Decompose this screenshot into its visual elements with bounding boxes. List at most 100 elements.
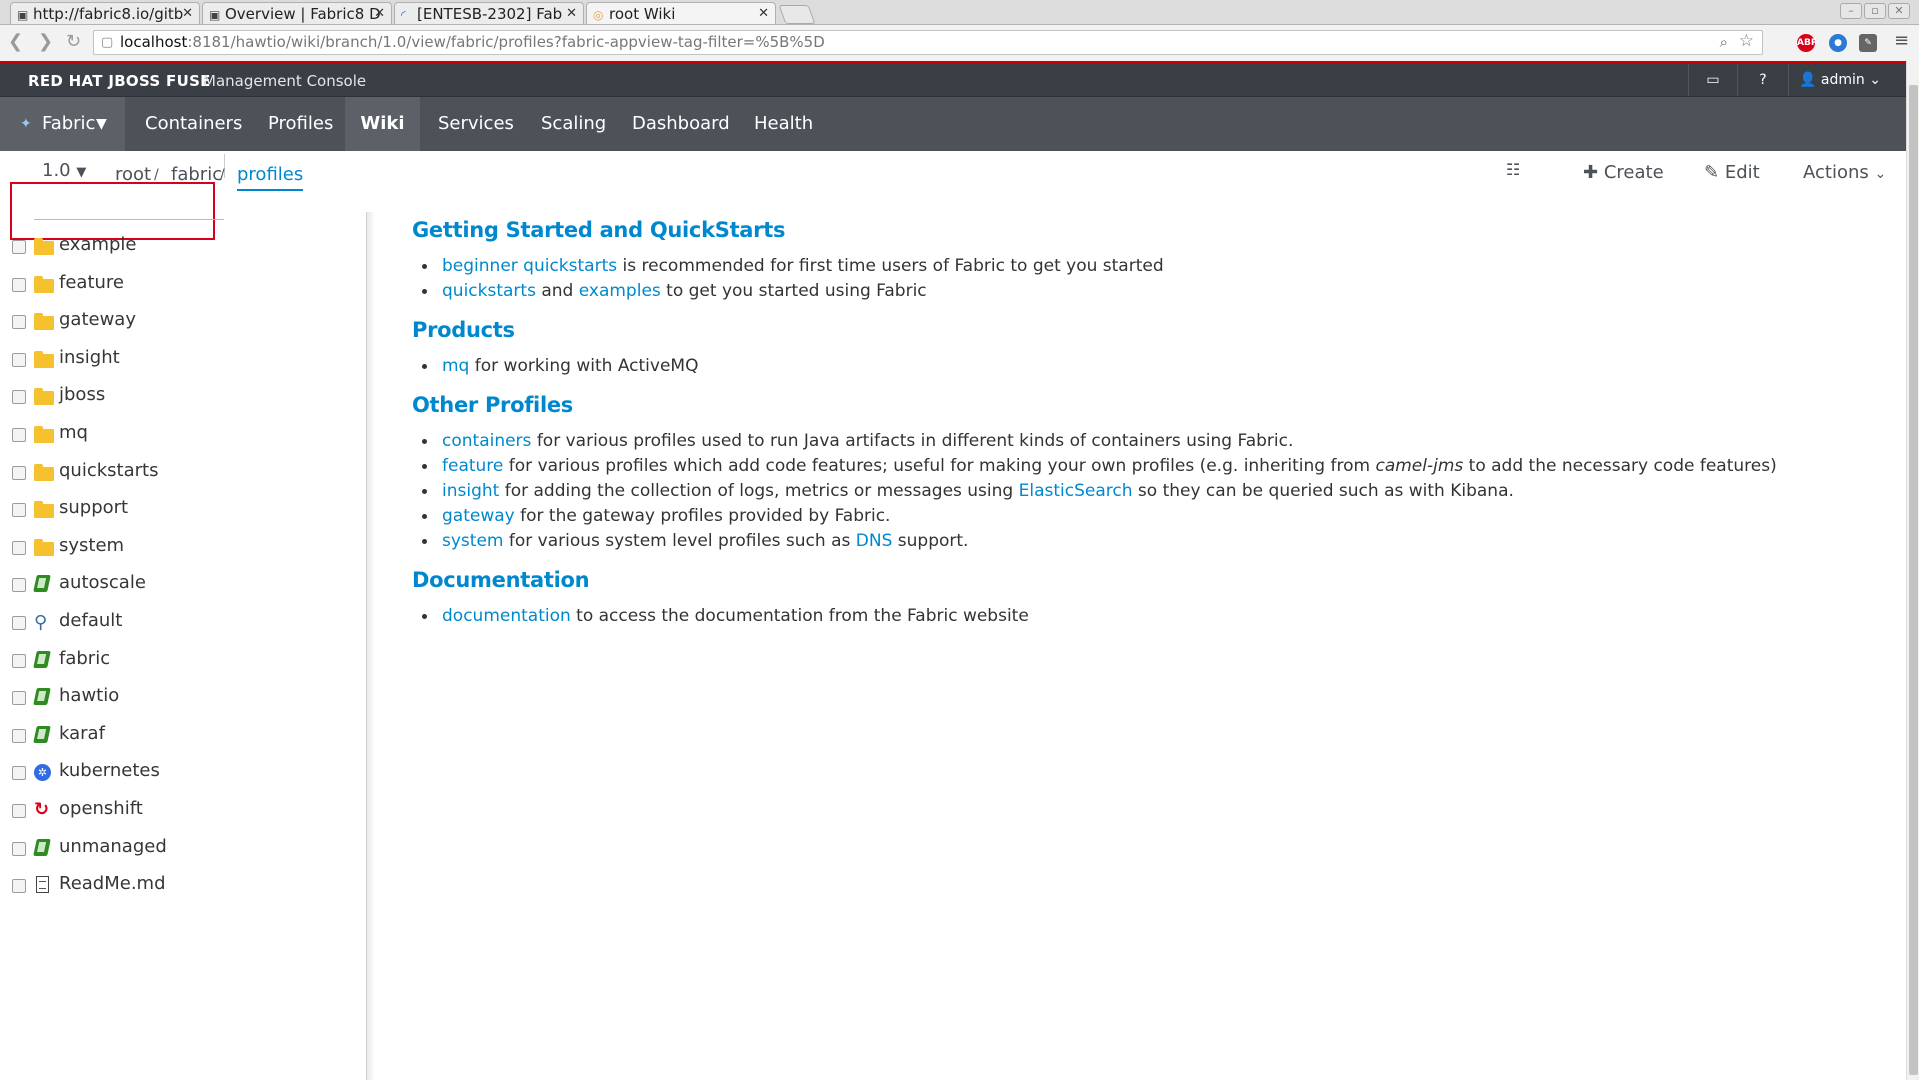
tree-item-checkbox[interactable] (12, 729, 26, 743)
zoom-icon[interactable]: ⌕ (1720, 31, 1728, 54)
new-tab-button[interactable] (778, 5, 816, 24)
bookmark-icon: ▣ (17, 8, 29, 22)
tree-item[interactable]: mq (12, 420, 352, 450)
tree-item[interactable]: ReadMe.md (12, 871, 352, 901)
tree-item-checkbox[interactable] (12, 315, 26, 329)
extension-icon[interactable]: ✎ (1859, 34, 1877, 52)
nav-scaling[interactable]: Scaling (541, 97, 606, 151)
link-documentation[interactable]: documentation (442, 606, 571, 626)
folder-icon (34, 313, 54, 330)
tree-item-label: unmanaged (59, 836, 167, 857)
link-system[interactable]: system (442, 531, 503, 551)
close-icon[interactable]: ✕ (374, 3, 385, 24)
maximize-button[interactable]: ▫ (1864, 3, 1886, 19)
edit-button[interactable]: ✎ Edit (1704, 162, 1760, 183)
tree-item[interactable]: feature (12, 270, 352, 300)
tree-item[interactable]: ⚲ default (12, 608, 352, 638)
reload-icon[interactable]: ↻ (66, 31, 81, 52)
user-menu[interactable]: 👤 admin ⌄ (1788, 64, 1891, 96)
close-icon[interactable]: ✕ (566, 3, 577, 24)
fabric-dropdown[interactable]: ✦ Fabric ▼ (0, 97, 125, 151)
wiki-toolbar: 1.0 ▼ root / fabric / profiles ☷ ✚ Creat… (0, 150, 1906, 191)
tree-item-checkbox[interactable] (12, 654, 26, 668)
address-bar[interactable]: ▢ localhost:8181/hawtio/wiki/branch/1.0/… (93, 30, 1763, 55)
link-insight[interactable]: insight (442, 481, 499, 501)
nav-dashboard[interactable]: Dashboard (632, 97, 730, 151)
forward-icon[interactable]: ❯ (38, 31, 53, 52)
list-item: mq for working with ActiveMQ (421, 354, 698, 379)
tree-item-checkbox[interactable] (12, 428, 26, 442)
extension-icon[interactable]: ● (1829, 34, 1847, 52)
chevron-down-icon: ⌄ (1869, 72, 1881, 88)
tree-item-checkbox[interactable] (12, 541, 26, 555)
tree-item[interactable]: karaf (12, 721, 352, 751)
close-icon[interactable]: ✕ (758, 3, 769, 24)
tree-item-checkbox[interactable] (12, 804, 26, 818)
browser-tab[interactable]: ◜ [ENTESB-2302] Fab ✕ (394, 2, 584, 24)
tree-item[interactable]: support (12, 495, 352, 525)
adblock-icon[interactable]: ABP (1797, 34, 1817, 52)
tree-item[interactable]: example (12, 232, 352, 262)
tree-item[interactable]: gateway (12, 307, 352, 337)
tree-item-checkbox[interactable] (12, 691, 26, 705)
tree-item-checkbox[interactable] (12, 240, 26, 254)
tree-item[interactable]: autoscale (12, 570, 352, 600)
link-containers[interactable]: containers (442, 431, 531, 451)
tree-item-checkbox[interactable] (12, 353, 26, 367)
nav-containers[interactable]: Containers (145, 97, 242, 151)
tree-item[interactable]: insight (12, 345, 352, 375)
tree-item[interactable]: system (12, 533, 352, 563)
tree-item-label: feature (59, 272, 124, 293)
close-window-button[interactable]: ✕ (1888, 3, 1910, 19)
kubernetes-icon: ✲ (34, 764, 51, 781)
browser-tab-active[interactable]: ◎ root Wiki ✕ (586, 2, 776, 24)
tree-item-checkbox[interactable] (12, 766, 26, 780)
close-icon[interactable]: ✕ (182, 3, 193, 24)
version-selector[interactable]: 1.0 ▼ (42, 160, 86, 181)
link-gateway[interactable]: gateway (442, 506, 515, 526)
user-icon: 👤 (1799, 72, 1817, 88)
minimize-button[interactable]: – (1840, 3, 1862, 19)
page-scrollbar[interactable] (1906, 61, 1919, 1080)
tree-item[interactable]: fabric (12, 646, 352, 676)
link-feature[interactable]: feature (442, 456, 503, 476)
back-icon[interactable]: ❮ (8, 31, 23, 52)
breadcrumb-profiles[interactable]: profiles (237, 164, 304, 191)
nav-profiles[interactable]: Profiles (268, 97, 333, 151)
link-dns[interactable]: DNS (856, 531, 893, 551)
folder-icon (34, 238, 54, 255)
create-button[interactable]: ✚ Create (1583, 162, 1664, 183)
tree-item[interactable]: jboss (12, 382, 352, 412)
tree-item-checkbox[interactable] (12, 466, 26, 480)
nav-wiki[interactable]: Wiki (345, 97, 420, 151)
link-elasticsearch[interactable]: ElasticSearch (1019, 481, 1133, 501)
scrollbar-thumb[interactable] (1909, 85, 1918, 1075)
monitor-icon[interactable]: ▭ (1688, 64, 1737, 96)
tree-item-checkbox[interactable] (12, 578, 26, 592)
nav-services[interactable]: Services (438, 97, 514, 151)
menu-icon[interactable]: ≡ (1894, 30, 1909, 51)
actions-dropdown[interactable]: Actions ⌄ (1803, 162, 1886, 183)
tree-item-checkbox[interactable] (12, 390, 26, 404)
tree-item[interactable]: unmanaged (12, 834, 352, 864)
link-mq[interactable]: mq (442, 356, 469, 376)
tree-item-checkbox[interactable] (12, 503, 26, 517)
tree-item-checkbox[interactable] (12, 879, 26, 893)
view-toggle-icon[interactable]: ☷ (1506, 160, 1520, 179)
link-quickstarts[interactable]: quickstarts (442, 281, 536, 301)
link-examples[interactable]: examples (579, 281, 661, 301)
tree-item[interactable]: hawtio (12, 683, 352, 713)
tree-item[interactable]: quickstarts (12, 458, 352, 488)
browser-tab[interactable]: ▣ http://fabric8.io/gitb ✕ (10, 2, 200, 24)
tree-item[interactable]: ↻ openshift (12, 796, 352, 826)
filter-input[interactable] (34, 199, 224, 220)
tree-item-checkbox[interactable] (12, 616, 26, 630)
tree-item[interactable]: ✲ kubernetes (12, 758, 352, 788)
link-beginner-quickstarts[interactable]: beginner quickstarts (442, 256, 617, 276)
tree-item-checkbox[interactable] (12, 278, 26, 292)
help-icon[interactable]: ? (1737, 64, 1788, 96)
browser-tab[interactable]: ▣ Overview | Fabric8 D ✕ (202, 2, 392, 24)
bookmark-star-icon[interactable]: ☆ (1739, 30, 1754, 53)
tree-item-checkbox[interactable] (12, 842, 26, 856)
nav-health[interactable]: Health (754, 97, 813, 151)
